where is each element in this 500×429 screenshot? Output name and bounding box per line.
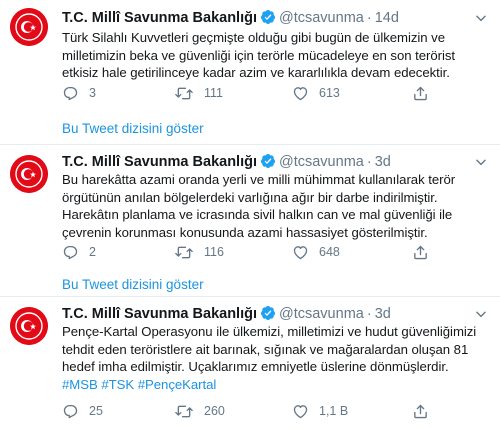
tweet-text: Bu harekâtta azami oranda yerli ve milli…	[62, 172, 456, 240]
retweet-icon	[175, 405, 193, 417]
reply-icon	[63, 245, 78, 259]
tweet-actions: 3 111 613	[62, 84, 492, 102]
verified-badge-icon	[260, 306, 275, 320]
like-count: 613	[319, 86, 340, 100]
tweet-1[interactable]: T.C. Millî Savunma Bakanlığı @tcsavunma · 1…	[0, 0, 500, 143]
chevron-down-icon[interactable]	[474, 11, 488, 25]
retweet-icon	[175, 246, 193, 258]
tweet-actions: 25 260 1,1 B	[62, 402, 492, 420]
share-button[interactable]	[412, 84, 429, 102]
author-handle[interactable]: @tcsavunma	[279, 306, 364, 322]
separator: ·	[366, 154, 372, 170]
chevron-down-icon[interactable]	[474, 155, 488, 169]
like-count: 1,1 B	[319, 404, 349, 418]
tweet-header: T.C. Millî Savunma Bakanlığı @tcsavunma · 1…	[62, 9, 399, 27]
retweet-count: 111	[204, 86, 224, 100]
tweet-text: Türk Silahlı Kuvvetleri geçmişte olduğu …	[62, 30, 456, 80]
reply-count: 25	[89, 404, 103, 418]
tweet-header: T.C. Millî Savunma Bakanlığı @tcsavunma · 3…	[62, 305, 391, 323]
chevron-down-icon[interactable]	[474, 307, 488, 321]
tweet-text: Pençe-Kartal Operasyonu ile ülkemizi, mi…	[62, 323, 492, 393]
reply-count: 3	[89, 86, 96, 100]
retweet-button[interactable]: 111	[174, 84, 223, 102]
like-button[interactable]: 613	[292, 84, 340, 102]
author-handle[interactable]: @tcsavunma	[279, 10, 364, 26]
tweet-header: T.C. Millî Savunma Bakanlığı @tcsavunma · 3…	[62, 153, 391, 171]
like-icon	[293, 404, 308, 418]
share-icon	[414, 404, 427, 418]
retweet-icon	[175, 87, 193, 99]
show-thread-link[interactable]: Bu Tweet dizisini göster	[62, 277, 204, 292]
verified-badge-icon	[260, 10, 275, 24]
like-button[interactable]: 648	[292, 243, 340, 261]
share-button[interactable]	[412, 243, 429, 261]
author-handle[interactable]: @tcsavunma	[279, 154, 364, 170]
hashtags[interactable]: #MSB #TSK #PençeKartal	[62, 377, 216, 392]
like-icon	[293, 86, 308, 100]
tweet-text-body: Pençe-Kartal Operasyonu ile ülkemizi, mi…	[62, 324, 477, 374]
emblem-icon	[10, 8, 48, 46]
timestamp[interactable]: 3d	[375, 306, 391, 322]
author-name[interactable]: T.C. Millî Savunma Bakanlığı	[62, 154, 257, 170]
tweet-2[interactable]: T.C. Millî Savunma Bakanlığı @tcsavunma · 3…	[0, 145, 500, 295]
reply-count: 2	[89, 245, 96, 259]
share-icon	[414, 86, 427, 100]
reply-button[interactable]: 2	[62, 243, 96, 261]
author-name[interactable]: T.C. Millî Savunma Bakanlığı	[62, 10, 257, 26]
retweet-count: 260	[204, 404, 225, 418]
verified-badge-icon	[260, 154, 275, 168]
emblem-icon	[10, 307, 48, 345]
reply-icon	[63, 86, 78, 100]
separator: ·	[366, 306, 372, 322]
avatar[interactable]	[10, 155, 48, 193]
like-count: 648	[319, 245, 340, 259]
share-icon	[414, 245, 427, 259]
retweet-button[interactable]: 260	[174, 402, 225, 420]
avatar[interactable]	[10, 8, 48, 46]
emblem-icon	[10, 155, 48, 193]
like-icon	[293, 245, 308, 259]
reply-button[interactable]: 3	[62, 84, 96, 102]
separator: ·	[366, 10, 372, 26]
reply-icon	[63, 404, 78, 418]
reply-button[interactable]: 25	[62, 402, 103, 420]
tweet-actions: 2 116 648	[62, 243, 492, 261]
retweet-button[interactable]: 116	[174, 243, 224, 261]
author-name[interactable]: T.C. Millî Savunma Bakanlığı	[62, 306, 257, 322]
show-thread-link[interactable]: Bu Tweet dizisini göster	[62, 121, 204, 136]
retweet-count: 116	[204, 245, 224, 259]
timestamp[interactable]: 14d	[375, 10, 399, 26]
share-button[interactable]	[412, 402, 429, 420]
like-button[interactable]: 1,1 B	[292, 402, 348, 420]
tweet-3[interactable]: T.C. Millî Savunma Bakanlığı @tcsavunma · 3…	[0, 297, 500, 429]
timestamp[interactable]: 3d	[375, 154, 391, 170]
avatar[interactable]	[10, 307, 48, 345]
